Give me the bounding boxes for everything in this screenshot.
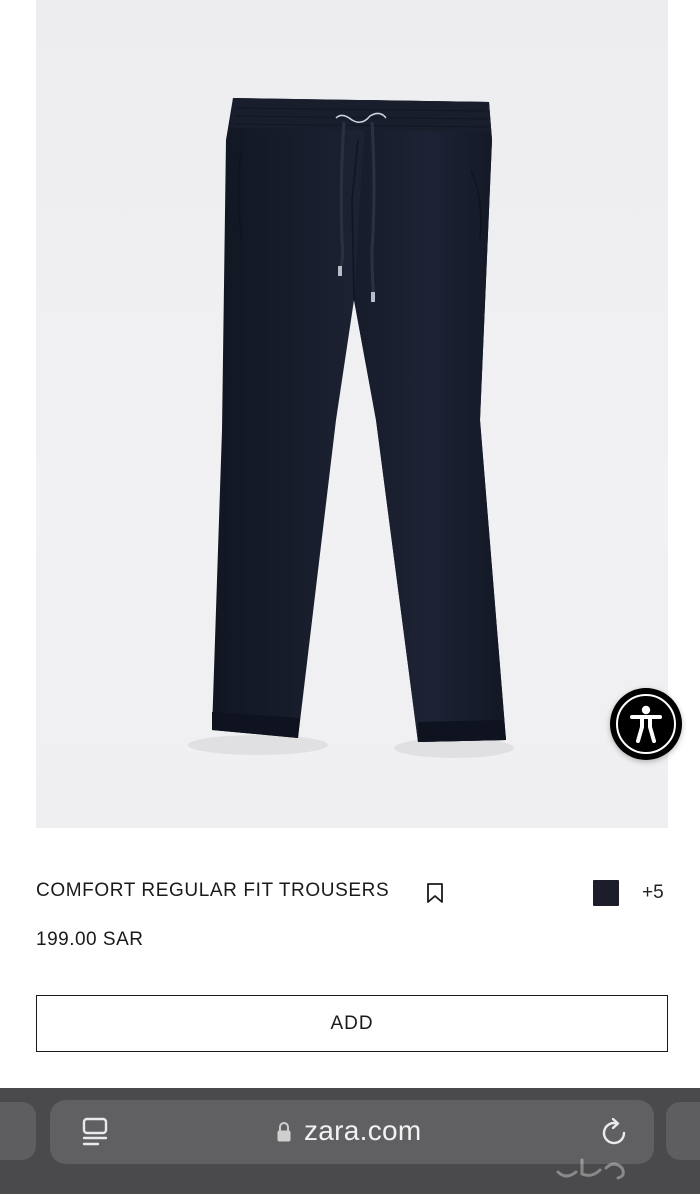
product-title: COMFORT REGULAR FIT TROUSERS: [36, 880, 390, 901]
watermark-logo: [556, 1158, 625, 1180]
product-image[interactable]: [36, 0, 668, 828]
next-tab-preview[interactable]: [666, 1102, 700, 1160]
previous-tab-preview[interactable]: [0, 1102, 36, 1160]
bookmark-icon[interactable]: [425, 882, 445, 904]
reload-icon[interactable]: [598, 1116, 630, 1148]
accessibility-ring: [616, 694, 676, 754]
add-to-bag-button[interactable]: ADD: [36, 995, 668, 1052]
trousers-image: [188, 98, 514, 758]
lock-icon: [277, 1122, 291, 1142]
accessibility-button[interactable]: [610, 688, 682, 760]
color-swatch[interactable]: [593, 880, 619, 906]
product-price: 199.00 SAR: [36, 929, 144, 950]
more-colors-count[interactable]: +5: [642, 882, 664, 904]
url-text: zara.com: [304, 1115, 422, 1146]
tabs-icon[interactable]: [80, 1116, 112, 1148]
accessibility-icon: [630, 705, 662, 743]
